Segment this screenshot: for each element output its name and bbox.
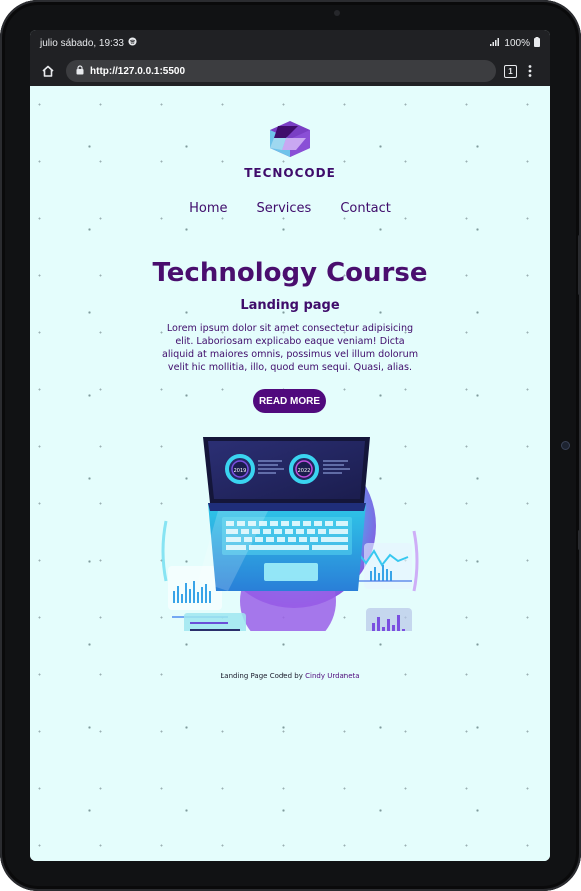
- footer-credit: Landing Page Coded by Cindy Urdaneta: [30, 672, 550, 680]
- footer-prefix: Landing Page Coded by: [220, 672, 303, 680]
- sensor-dot: [561, 441, 570, 450]
- browser-toolbar: http://127.0.0.1:5500 1: [30, 56, 550, 86]
- nav-services-link[interactable]: Services: [256, 201, 311, 216]
- address-bar[interactable]: http://127.0.0.1:5500: [66, 60, 496, 82]
- hero-description: Lorem ipsum dolor sit amet consectetur a…: [161, 323, 419, 373]
- home-icon[interactable]: [38, 61, 58, 81]
- main-nav: Home Services Contact: [30, 201, 550, 216]
- battery-percentage: 100%: [504, 37, 530, 49]
- nav-home-link[interactable]: Home: [189, 201, 227, 216]
- tablet-frame: julio sábado, 19:33 100% http://127.0.0.…: [0, 0, 581, 891]
- notification-icon: [128, 37, 137, 49]
- hero-subtitle: Landing page: [240, 298, 340, 313]
- battery-icon: [534, 36, 540, 50]
- lock-icon: [76, 64, 84, 78]
- read-more-button[interactable]: READ MORE: [253, 389, 326, 413]
- hero-title: Technology Course: [152, 258, 428, 288]
- signal-icon: [490, 37, 500, 49]
- year-2019-label: 2019: [234, 468, 247, 474]
- front-camera: [334, 10, 340, 16]
- tab-switcher-button[interactable]: 1: [504, 64, 517, 78]
- tecnocode-logo-icon: [262, 118, 318, 160]
- status-bar: julio sábado, 19:33 100%: [30, 30, 550, 56]
- footer-author-link[interactable]: Cindy Urdaneta: [305, 672, 359, 680]
- year-2022-label: 2022: [298, 468, 311, 474]
- nav-contact-link[interactable]: Contact: [340, 201, 391, 216]
- brand-name: TECNOCODE: [244, 166, 336, 180]
- more-menu-icon[interactable]: [525, 64, 535, 79]
- laptop-illustration: 2019 2022: [158, 431, 422, 653]
- screen: julio sábado, 19:33 100% http://127.0.0.…: [30, 30, 550, 861]
- status-datetime: julio sábado, 19:33: [40, 37, 124, 49]
- url-text: http://127.0.0.1:5500: [90, 65, 186, 77]
- landing-page: TECNOCODE Home Services Contact Technolo…: [30, 86, 550, 861]
